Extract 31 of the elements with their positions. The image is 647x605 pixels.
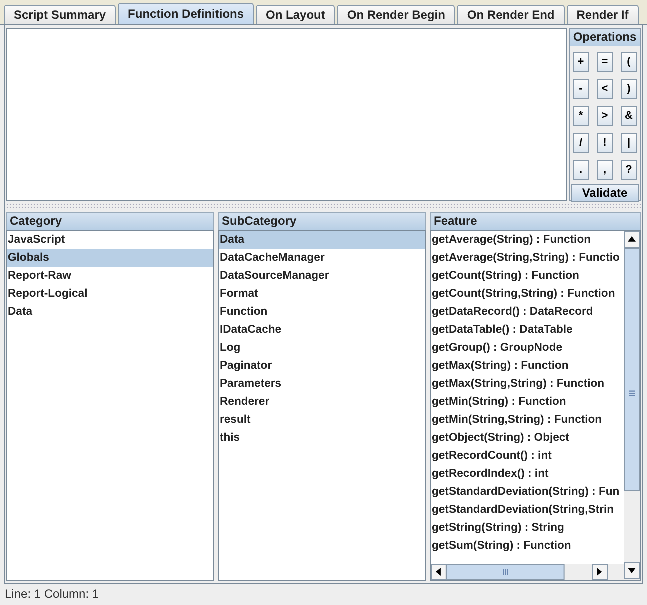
operator-button[interactable]: * [573, 106, 589, 126]
operator-button[interactable]: ( [621, 52, 637, 72]
operator-button[interactable]: < [597, 79, 613, 99]
horizontal-scrollbar[interactable] [431, 564, 624, 580]
operator-button[interactable]: , [597, 160, 613, 180]
tab[interactable]: On Layout [256, 5, 336, 24]
operator-button[interactable]: ? [621, 160, 637, 180]
panel-title: Operations [570, 29, 640, 46]
operator-button[interactable]: + [573, 52, 589, 72]
operator-button[interactable]: ) [621, 79, 637, 99]
operator-button[interactable]: & [621, 106, 637, 126]
column-header: Category [6, 212, 214, 230]
operator-button[interactable]: | [621, 133, 637, 153]
tab[interactable]: Script Summary [4, 5, 116, 24]
list-item[interactable]: Data [219, 231, 425, 249]
operator-button[interactable]: - [573, 79, 589, 99]
tab[interactable]: On Render Begin [337, 5, 456, 24]
operator-button[interactable]: = [597, 52, 613, 72]
vertical-scrollbar[interactable] [624, 231, 640, 580]
tab[interactable]: Function Definitions [118, 3, 254, 24]
tab[interactable]: On Render End [457, 5, 565, 24]
status-text: Line: 1 Column: 1 [4, 586, 100, 603]
operator-button[interactable]: ! [597, 133, 613, 153]
tab[interactable]: Render If [566, 5, 639, 24]
column-header: Feature [430, 212, 641, 230]
operator-button[interactable]: . [573, 160, 589, 180]
validate-button[interactable]: Validate [571, 184, 639, 202]
list-item[interactable]: Globals [7, 249, 213, 267]
operator-button[interactable]: / [573, 133, 589, 153]
operator-button[interactable]: > [597, 106, 613, 126]
column-header: SubCategory [218, 212, 426, 230]
